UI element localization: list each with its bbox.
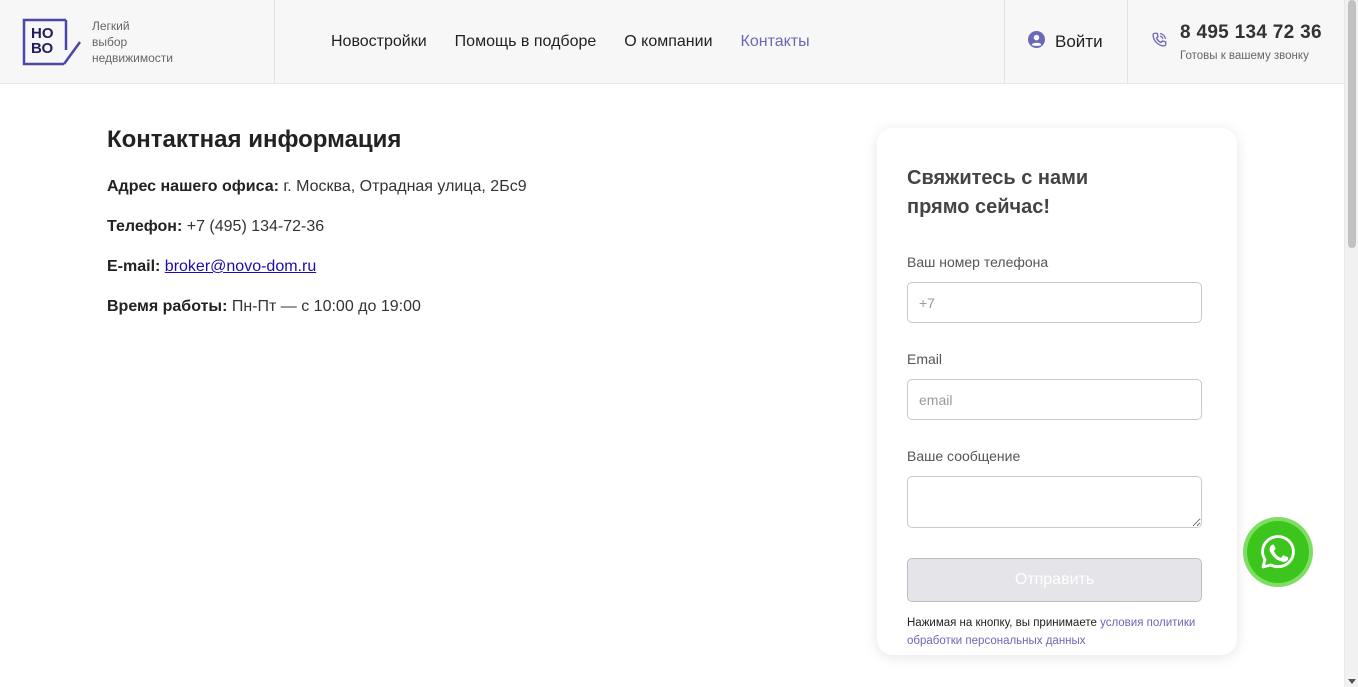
form-title: Свяжитесь с нами прямо сейчас!	[907, 164, 1107, 222]
contact-form-card: Свяжитесь с нами прямо сейчас! Ваш номер…	[877, 128, 1237, 655]
header-phone-number[interactable]: 8 495 134 72 36	[1180, 22, 1322, 44]
contact-info-title: Контактная информация	[107, 126, 402, 153]
consent-text: Нажимая на кнопку, вы принимаете условия…	[907, 614, 1197, 650]
phone-icon	[1150, 31, 1168, 54]
nav-item-help[interactable]: Помощь в подборе	[455, 33, 597, 51]
login-button[interactable]: Войти	[1004, 0, 1127, 84]
phone-field-label: Ваш номер телефона	[907, 254, 1049, 270]
phone-block[interactable]: 8 495 134 72 36 Готовы к вашему звонку	[1127, 0, 1344, 84]
phone-value: +7 (495) 134-72-36	[186, 218, 325, 235]
hours-row: Время работы: Пн-Пт — с 10:00 до 19:00	[107, 297, 527, 316]
address-label: Адрес нашего офиса:	[107, 178, 279, 195]
phone-label: Телефон:	[107, 218, 183, 235]
whatsapp-button[interactable]	[1243, 517, 1313, 587]
tagline-line: недвижимости	[92, 51, 173, 65]
tagline-line: выбор	[92, 35, 128, 49]
email-row: E-mail: broker@novo-dom.ru	[107, 257, 527, 276]
email-label: E-mail:	[107, 258, 161, 275]
consent-prefix: Нажимая на кнопку, вы принимаете	[907, 617, 1101, 629]
phone-field[interactable]	[907, 282, 1202, 323]
email-field[interactable]	[907, 379, 1202, 420]
logo-text-bottom: ВО	[31, 40, 54, 57]
hours-value: Пн-Пт — с 10:00 до 19:00	[231, 298, 421, 315]
email-link[interactable]: broker@novo-dom.ru	[165, 258, 316, 275]
message-field-label: Ваше сообщение	[907, 448, 1021, 464]
phone-row: Телефон: +7 (495) 134-72-36	[107, 217, 527, 236]
email-field-label: Email	[907, 351, 943, 367]
login-label: Войти	[1055, 32, 1103, 51]
user-circle-icon	[1028, 31, 1045, 53]
form-title-line: Свяжитесь с нами	[907, 167, 1089, 189]
nav-item-novostroyki[interactable]: Новостройки	[331, 33, 427, 51]
tagline-line: Легкий	[92, 19, 130, 33]
site-header: НО ВО Легкий выбор недвижимости Новостро…	[0, 0, 1344, 84]
nav-item-contacts[interactable]: Контакты	[741, 33, 810, 51]
vertical-scrollbar[interactable]	[1344, 0, 1358, 687]
logo-tagline: Легкий выбор недвижимости	[92, 18, 173, 66]
logo-icon: НО ВО	[22, 18, 82, 66]
message-field[interactable]	[907, 476, 1202, 528]
phone-texts: 8 495 134 72 36 Готовы к вашему звонку	[1180, 22, 1322, 62]
address-row: Адрес нашего офиса: г. Москва, Отрадная …	[107, 177, 527, 196]
form-title-line: прямо сейчас!	[907, 196, 1051, 218]
address-value: г. Москва, Отрадная улица, 2Бс9	[283, 178, 527, 195]
contact-info: Контактная информация Адрес нашего офиса…	[107, 126, 527, 337]
scroll-down-arrow-icon[interactable]	[1348, 679, 1356, 684]
hours-label: Время работы:	[107, 298, 228, 315]
logo-text-top: НО	[31, 25, 54, 42]
page: НО ВО Легкий выбор недвижимости Новостро…	[0, 0, 1358, 687]
header-phone-caption: Готовы к вашему звонку	[1180, 50, 1309, 62]
scrollbar-thumb[interactable]	[1348, 0, 1356, 248]
nav-item-about[interactable]: О компании	[624, 33, 712, 51]
submit-button[interactable]: Отправить	[907, 558, 1202, 602]
logo-block[interactable]: НО ВО Легкий выбор недвижимости	[0, 0, 275, 84]
main-nav: Новостройки Помощь в подборе О компании …	[275, 0, 1004, 83]
whatsapp-icon	[1247, 521, 1309, 583]
